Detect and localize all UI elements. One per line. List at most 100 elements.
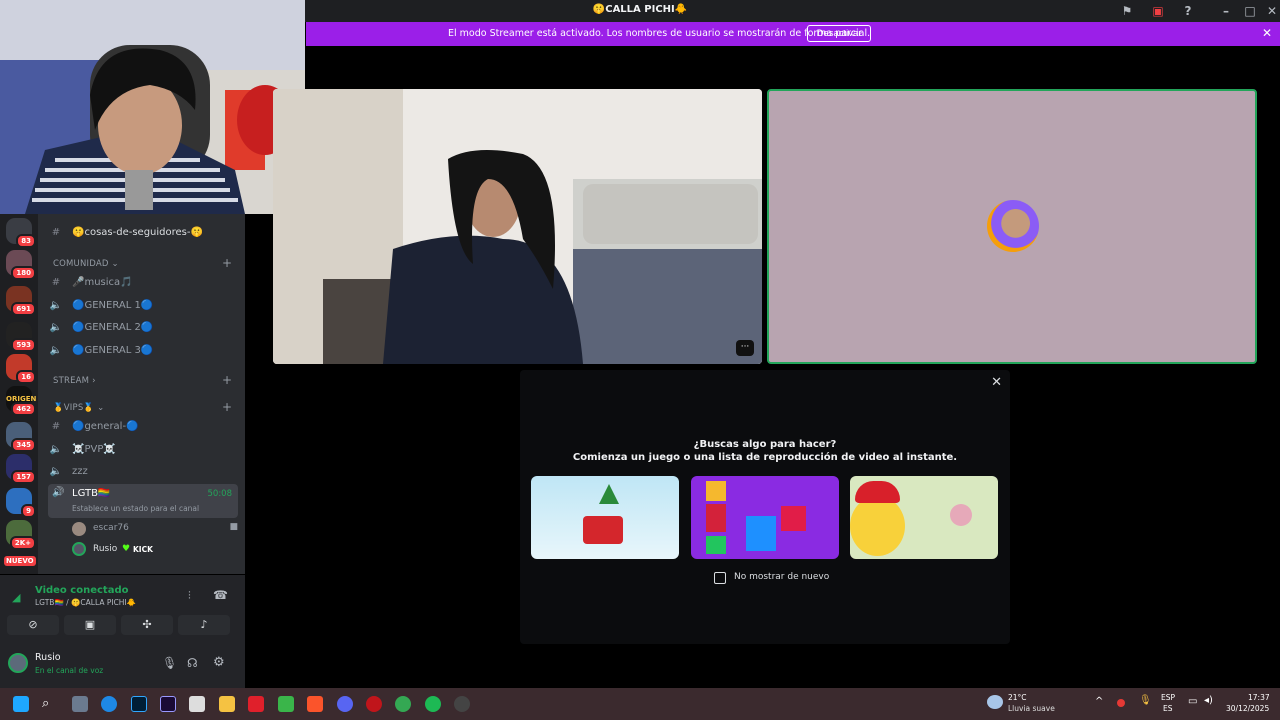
voice-status[interactable]: Video conectado — [35, 585, 128, 596]
camera-button[interactable]: ⊘ — [7, 615, 59, 635]
activity-card-block-puzzle[interactable] — [691, 476, 839, 559]
volume-icon[interactable]: ◂) — [1204, 695, 1213, 706]
settings-icon[interactable]: ⚙ — [213, 655, 225, 670]
inbox-icon[interactable]: ⚑ — [1119, 3, 1135, 19]
participant-avatar[interactable] — [987, 200, 1039, 252]
unread-badge: 9 — [21, 504, 36, 518]
unread-badge: 83 — [16, 234, 36, 248]
voice-channel-general1[interactable]: 🔈 🔵GENERAL 1🔵 — [48, 296, 238, 316]
weather-icon — [987, 695, 1003, 709]
avatar — [8, 653, 28, 673]
voice-location[interactable]: LGTB🏳️‍🌈 / 🤫CALLA PICHI🐥 — [35, 598, 136, 607]
channel-label: 🔵GENERAL 2🔵 — [72, 322, 154, 333]
maximize-icon[interactable]: □ — [1242, 3, 1258, 19]
server-icon[interactable]: 83 — [6, 218, 36, 248]
server-icon[interactable]: 593 — [6, 322, 36, 352]
store-icon[interactable] — [189, 696, 205, 712]
soundboard-button[interactable]: ♪ — [178, 615, 230, 635]
channel-label: 🤫cosas-de-seguidores-🤫 — [72, 227, 203, 238]
server-icon[interactable]: 345 — [6, 422, 36, 452]
speaker-icon: 🔈 — [49, 322, 63, 333]
premiere-icon[interactable] — [160, 696, 176, 712]
weather-desc[interactable]: Lluvia suave — [1008, 704, 1055, 713]
app-icon[interactable] — [248, 696, 264, 712]
close-window-icon[interactable]: ✕ — [1264, 3, 1280, 19]
server-icon[interactable]: 157 — [6, 454, 36, 484]
edge-icon[interactable] — [101, 696, 117, 712]
activities-button[interactable]: ✣ — [121, 615, 173, 635]
voice-member[interactable]: Rusio ♥ KICK — [72, 541, 238, 559]
new-badge[interactable]: NUEVO — [4, 556, 36, 566]
discord-icon[interactable] — [337, 696, 353, 712]
chrome-icon[interactable] — [395, 696, 411, 712]
disconnect-icon[interactable]: ☎ — [213, 588, 228, 602]
more-options-button[interactable]: ··· — [736, 340, 754, 356]
channel-general-vip[interactable]: # 🔵general-🔵 — [48, 417, 238, 437]
tray-app-icon[interactable] — [1117, 699, 1125, 707]
add-channel-icon[interactable]: + — [222, 256, 232, 270]
speaker-icon: 🔈 — [49, 300, 63, 311]
voice-channel-pvp[interactable]: 🔈 ☠️PVP☠️ — [48, 440, 238, 460]
brave-icon[interactable] — [307, 696, 323, 712]
voice-channel-active[interactable]: 🔊 LGTB🏳️‍🌈 50:08 Establece un estado par… — [48, 484, 238, 518]
chicken-icon — [850, 496, 905, 556]
kick-icon: ♥ — [122, 544, 131, 554]
voice-channel-general3[interactable]: 🔈 🔵GENERAL 3🔵 — [48, 341, 238, 361]
category-stream[interactable]: STREAM › — [53, 376, 96, 386]
hash-icon: # — [51, 227, 61, 238]
photoshop-icon[interactable] — [131, 696, 147, 712]
deactivate-button[interactable]: Desactivar — [807, 25, 871, 42]
help-icon[interactable]: ? — [1180, 3, 1196, 19]
server-icon[interactable]: 9 — [6, 488, 36, 518]
add-channel-icon[interactable]: + — [222, 400, 232, 414]
unread-badge: 691 — [11, 302, 36, 316]
unread-badge: 462 — [11, 402, 36, 416]
task-view-icon[interactable] — [72, 696, 88, 712]
category-comunidad[interactable]: COMUNIDAD ⌄ — [53, 259, 119, 269]
mic-icon[interactable]: 🎙 — [162, 656, 177, 670]
server-origen-icon[interactable]: ORIGEN 462 — [6, 386, 36, 416]
share-screen-button[interactable]: ▣ — [64, 615, 116, 635]
screen-share-icon[interactable]: ▣ — [1150, 3, 1166, 19]
category-vips[interactable]: 🥇VIPS🥇 ⌄ — [53, 403, 104, 413]
channel-status-hint[interactable]: Establece un estado para el canal — [72, 504, 199, 513]
tray-chevron-icon[interactable]: ^ — [1095, 696, 1103, 707]
server-icon[interactable]: 180 — [6, 250, 36, 280]
start-icon[interactable] — [13, 696, 29, 712]
noise-suppression-icon[interactable]: ⫶ — [188, 589, 191, 603]
weather-temp[interactable]: 21°C — [1008, 693, 1027, 702]
activity-card-snow-game[interactable] — [531, 476, 679, 559]
server-icon[interactable]: 691 — [6, 286, 36, 316]
voice-channel-general2[interactable]: 🔈 🔵GENERAL 2🔵 — [48, 318, 238, 338]
lang-code[interactable]: ESP — [1161, 693, 1175, 702]
obs-icon[interactable] — [454, 696, 470, 712]
close-popup-icon[interactable]: ✕ — [991, 375, 1002, 390]
video-tile-speaking[interactable] — [767, 89, 1257, 364]
spotify-icon[interactable] — [425, 696, 441, 712]
close-banner-icon[interactable]: ✕ — [1262, 26, 1272, 40]
search-icon[interactable]: ⌕ — [42, 696, 58, 712]
server-icon[interactable]: 16 — [6, 354, 36, 384]
activity-card-chicken-game[interactable] — [850, 476, 998, 559]
channel-musica[interactable]: # 🎤musica🎵 — [48, 273, 238, 293]
channel-label: 🔵GENERAL 1🔵 — [72, 300, 154, 311]
server-icon[interactable]: 2K+ — [6, 520, 36, 550]
clock-date[interactable]: 30/12/2025 — [1226, 704, 1269, 713]
block-icon — [781, 506, 806, 531]
clock-time[interactable]: 17:37 — [1248, 693, 1270, 702]
pig-icon — [950, 504, 972, 526]
voice-member[interactable]: escar76 ■ — [72, 520, 238, 538]
minecraft-icon[interactable] — [278, 696, 294, 712]
video-tile[interactable]: ··· — [273, 89, 762, 364]
channel-cosas[interactable]: # 🤫cosas-de-seguidores-🤫 — [48, 223, 238, 243]
voice-channel-zzz[interactable]: 🔈 zzz — [48, 462, 238, 482]
headphones-icon[interactable]: ☊ — [187, 656, 198, 670]
dont-show-checkbox[interactable] — [714, 572, 726, 584]
minimize-icon[interactable]: – — [1218, 3, 1234, 19]
app-icon[interactable] — [366, 696, 382, 712]
file-explorer-icon[interactable] — [219, 696, 235, 712]
user-panel[interactable]: Rusio En el canal de voz 🎙 ☊ ⚙ — [0, 645, 245, 690]
tray-mic-icon[interactable]: 🎙 — [1139, 695, 1152, 706]
network-icon[interactable]: ▭ — [1188, 696, 1197, 707]
add-channel-icon[interactable]: + — [222, 373, 232, 387]
